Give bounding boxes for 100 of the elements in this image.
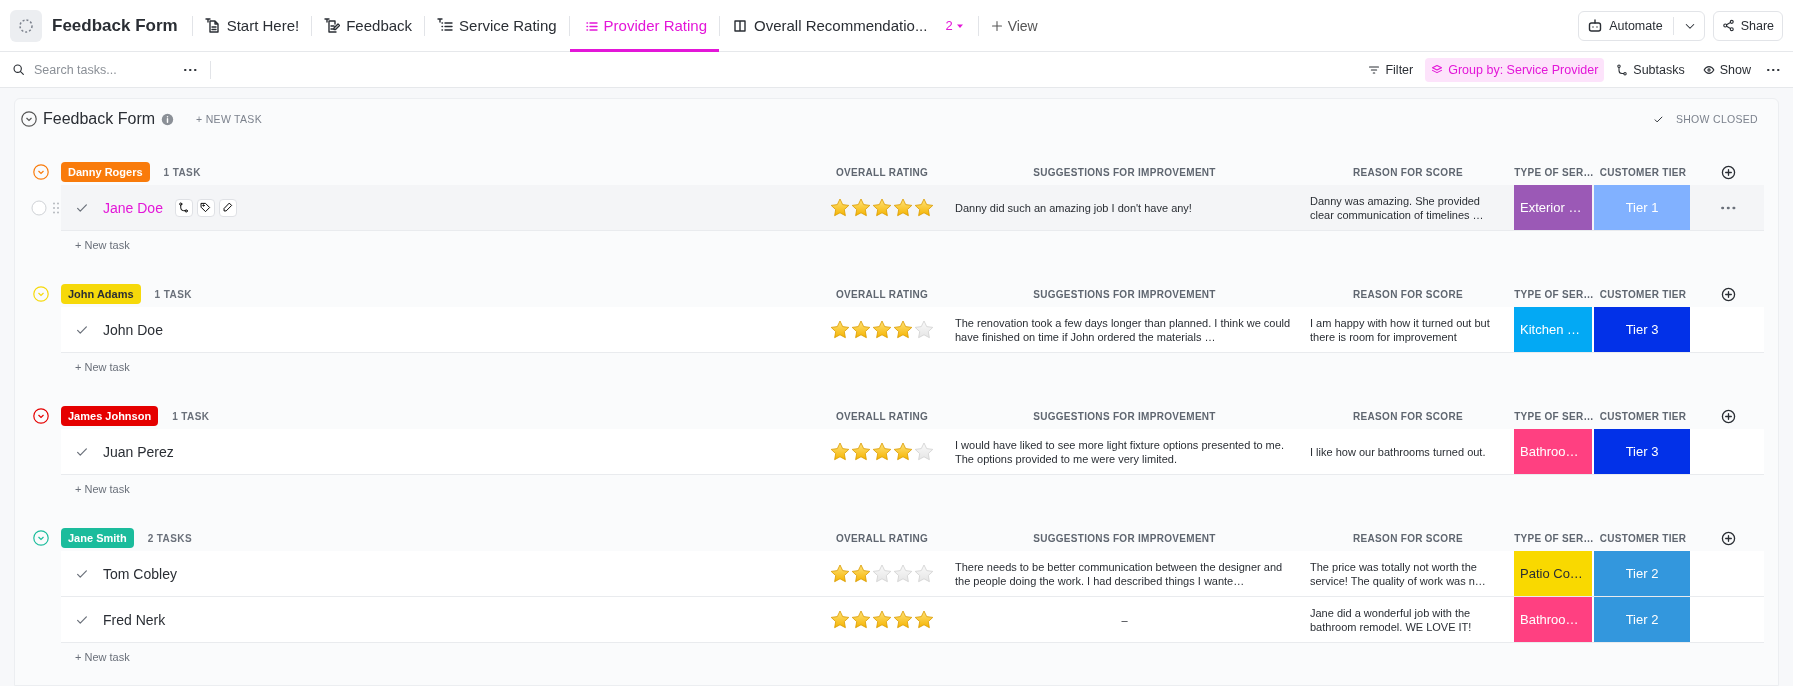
view-tab[interactable]: Start Here! (192, 0, 312, 52)
new-task-button[interactable]: + New task (61, 475, 817, 503)
column-header: CUSTOMER TIER (1598, 166, 1688, 178)
add-column-icon[interactable] (1720, 164, 1736, 180)
column-header: CUSTOMER TIER (1598, 288, 1688, 300)
collapse-icon[interactable] (33, 408, 49, 424)
task-row[interactable]: Fred Nerk – Jane did a wonderful job with the bathroom remodel. WE LOVE IT! Bathroo… Tier 2 (61, 597, 1764, 643)
show-closed-button[interactable]: SHOW CLOSED (1669, 112, 1764, 126)
column-header: CUSTOMER TIER (1598, 410, 1688, 422)
subtasks-icon (1616, 63, 1629, 76)
search-field[interactable]: Search tasks... (32, 61, 172, 78)
list-title: Feedback Form (43, 110, 156, 128)
task-name[interactable]: Jane Doe (103, 199, 163, 216)
eye-icon (1702, 63, 1715, 76)
view-tab[interactable]: Provider Rating (569, 0, 719, 52)
tier-label: Tier 2 (1594, 597, 1690, 642)
info-icon (161, 112, 175, 126)
tier-label: Tier 1 (1594, 185, 1690, 230)
column-header: TYPE OF SER… (1514, 288, 1594, 300)
suggestion-text: – (1120, 612, 1129, 627)
service-type-label: Kitchen … (1514, 307, 1592, 352)
view-tab[interactable]: Service Rating (425, 0, 569, 52)
tier-label: Tier 3 (1594, 307, 1690, 352)
column-header: OVERALL RATING (834, 166, 930, 178)
share-button[interactable]: Share (1712, 10, 1783, 41)
page-title: Feedback Form (52, 15, 178, 36)
task-count: 2 TASKS (147, 532, 192, 544)
column-header: TYPE OF SER… (1514, 532, 1594, 544)
filter-icon (1368, 63, 1381, 76)
column-header: OVERALL RATING (834, 288, 930, 300)
app-icon[interactable] (10, 9, 42, 42)
task-row[interactable] (61, 307, 1764, 353)
column-header: SUGGESTIONS FOR IMPROVEMENT (1032, 410, 1217, 422)
task-count: 1 TASK (172, 410, 210, 422)
task-count: 1 TASK (163, 166, 201, 178)
subtask-button[interactable] (174, 198, 193, 217)
column-header: OVERALL RATING (834, 532, 930, 544)
task-name[interactable]: Juan Perez (103, 443, 174, 460)
tag-button[interactable] (196, 198, 215, 217)
column-header: TYPE OF SER… (1514, 166, 1594, 178)
column-header: TYPE OF SER… (1514, 410, 1594, 422)
layers-icon (1431, 63, 1444, 76)
view-tab[interactable]: Overall Recommendatio... (720, 0, 940, 52)
provider-tag: Danny Rogers (61, 162, 150, 182)
task-row[interactable] (61, 551, 1764, 597)
add-column-icon[interactable] (1720, 286, 1736, 302)
add-column-icon[interactable] (1720, 530, 1736, 546)
new-task-button[interactable]: + New task (61, 353, 817, 381)
reason-text: I like how our bathrooms turned out. (1309, 444, 1487, 459)
show-button[interactable]: Show (1696, 57, 1757, 82)
column-header: SUGGESTIONS FOR IMPROVEMENT (1032, 166, 1217, 178)
provider-tag: John Adams (61, 284, 141, 304)
tier-label: Tier 2 (1594, 551, 1690, 596)
more-views-button[interactable]: 2 (939, 18, 978, 33)
column-header: REASON FOR SCORE (1352, 410, 1464, 422)
new-task-button[interactable]: + New task (61, 231, 817, 259)
suggestion-text: Danny did such an amazing job I don't have any! (954, 200, 1193, 215)
service-type-label: Bathroo… (1514, 597, 1592, 642)
column-header: CUSTOMER TIER (1598, 532, 1688, 544)
subtasks-icon (178, 202, 190, 213)
column-header: REASON FOR SCORE (1352, 166, 1464, 178)
service-type-label: Patio Co… (1514, 551, 1592, 596)
column-header: SUGGESTIONS FOR IMPROVEMENT (1032, 532, 1217, 544)
task-row[interactable]: Juan Perez I would have liked to see more light fixture options presented to me. The options provided to me were very limited. I like how our bathrooms turned out. Bathroo… Tier 3 (61, 429, 1764, 475)
column-header: OVERALL RATING (834, 410, 930, 422)
suggestion-text: There needs to be better communication between the designer and the people doing the work. I had described things I wante… (954, 559, 1284, 588)
tag-icon (200, 202, 212, 213)
subtasks-button[interactable]: Subtasks (1610, 57, 1691, 82)
add-column-icon[interactable] (1720, 408, 1736, 424)
reason-text: Jane did a wonderful job with the bathroom remodel. WE LOVE IT! (1309, 605, 1473, 634)
column-header: SUGGESTIONS FOR IMPROVEMENT (1032, 288, 1217, 300)
service-type-label: Exterior … (1514, 185, 1592, 230)
search-icon (12, 63, 25, 76)
reason-text: Danny was amazing. She provided clear communication of timelines … (1309, 193, 1485, 222)
view-tab[interactable]: Feedback (312, 0, 425, 52)
drag-handle-icon[interactable] (53, 202, 59, 214)
column-header: REASON FOR SCORE (1352, 288, 1464, 300)
new-task-button[interactable]: + New task (61, 643, 817, 671)
task-name[interactable]: Fred Nerk (103, 611, 166, 628)
automate-button[interactable]: Automate (1578, 10, 1705, 41)
add-view-button[interactable]: View (978, 17, 1050, 34)
provider-tag: Jane Smith (61, 528, 134, 548)
task-count: 1 TASK (154, 288, 192, 300)
new-task-button[interactable]: + NEW TASK (190, 112, 268, 126)
collapse-icon[interactable] (21, 111, 37, 127)
filter-button[interactable]: Filter (1362, 57, 1420, 82)
plus-icon (990, 19, 1003, 32)
service-type-label: Bathroo… (1514, 429, 1592, 474)
reason-text: The price was totally not worth the service! The quality of work was n… (1309, 559, 1487, 588)
provider-tag: James Johnson (61, 406, 159, 426)
share-icon (1721, 19, 1735, 32)
task-name[interactable]: John Doe (103, 321, 163, 338)
task-row[interactable]: Jane Doe Danny did such an amazing job I don't have any! Danny was amazing. She provided clear communication of timelines … Exterior … Tier 1 (61, 185, 1764, 231)
suggestion-text: The renovation took a few days longer than planned. I think we could have finished on time if John ordered the materials … (954, 315, 1292, 344)
column-header: REASON FOR SCORE (1352, 532, 1464, 544)
pencil-icon (222, 202, 234, 213)
robot-icon (1587, 17, 1604, 34)
edit-button[interactable] (218, 198, 237, 217)
tier-label: Tier 3 (1594, 429, 1690, 474)
task-name[interactable]: Tom Cobley (103, 565, 177, 582)
